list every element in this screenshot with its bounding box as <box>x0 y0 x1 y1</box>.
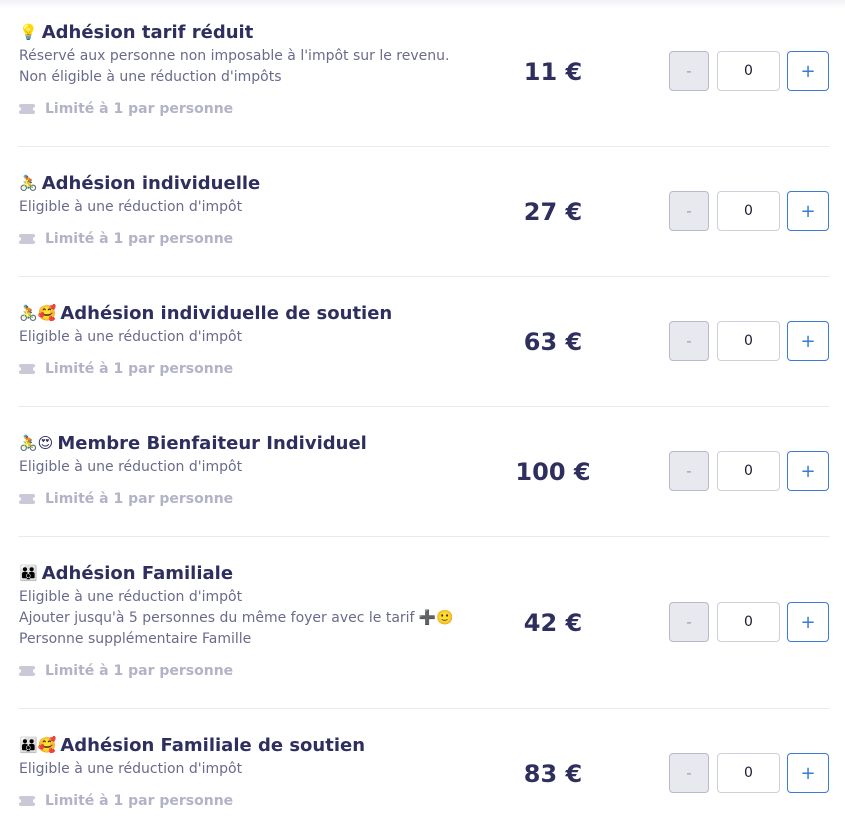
divider <box>18 406 829 407</box>
tier-limit-text: Limité à 1 par personne <box>45 361 234 377</box>
cyclist-icon: 🚴 <box>19 174 38 192</box>
tier-description-line: Eligible à une réduction d'impôt <box>19 329 243 345</box>
tier-limit: Limité à 1 par personne <box>17 101 234 117</box>
tier-title: 🚴😍 Membre Bienfaiteur Individuel <box>19 433 367 454</box>
lightbulb-icon: 💡 <box>19 23 38 41</box>
tier-description: Eligible à une réduction d'impôt Ajouter… <box>19 587 454 650</box>
divider <box>18 276 829 277</box>
increment-button[interactable]: + <box>787 321 829 361</box>
tier-description: Eligible à une réduction d'impôt <box>19 457 242 478</box>
tier-description-line: Eligible à une réduction d'impôt <box>19 459 243 475</box>
divider <box>18 708 829 709</box>
tier-description: Eligible à une réduction d'impôt <box>19 759 242 780</box>
quantity-input[interactable] <box>717 602 780 642</box>
tier-description: Réservé aux personne non imposable à l'i… <box>19 46 449 88</box>
cyclist-heart-eyes-icon: 🚴😍 <box>19 434 54 452</box>
family-icon: 👪 <box>19 564 38 582</box>
increment-button[interactable]: + <box>787 191 829 231</box>
tier-title: 👪🥰 Adhésion Familiale de soutien <box>19 735 365 756</box>
tier-limit-text: Limité à 1 par personne <box>45 101 234 117</box>
tier-description-line: Eligible à une réduction d'impôt <box>19 761 243 777</box>
quantity-input[interactable] <box>717 321 780 361</box>
tier-price: 11 € <box>523 58 583 86</box>
ticket-icon <box>17 494 37 504</box>
increment-button[interactable]: + <box>787 753 829 793</box>
tier-description-line: Eligible à une réduction d'impôt <box>19 589 243 605</box>
tier-limit-text: Limité à 1 par personne <box>45 663 234 679</box>
ticket-icon <box>17 666 37 676</box>
increment-button[interactable]: + <box>787 51 829 91</box>
quantity-input[interactable] <box>717 51 780 91</box>
tier-limit: Limité à 1 par personne <box>17 361 234 377</box>
cyclist-smiling-hearts-icon: 🚴🥰 <box>19 304 57 322</box>
increment-button[interactable]: + <box>787 451 829 491</box>
tier-title-text: Adhésion Familiale <box>41 563 234 584</box>
tier-title-text: Adhésion tarif réduit <box>41 22 254 43</box>
decrement-button[interactable]: - <box>669 321 709 361</box>
tier-limit-text: Limité à 1 par personne <box>45 231 234 247</box>
ticket-icon <box>17 364 37 374</box>
increment-button[interactable]: + <box>787 602 829 642</box>
tier-title: 💡 Adhésion tarif réduit <box>19 22 253 43</box>
tier-title: 🚴 Adhésion individuelle <box>19 173 260 194</box>
decrement-button[interactable]: - <box>669 51 709 91</box>
tier-description: Eligible à une réduction d'impôt <box>19 327 242 348</box>
tier-price: 63 € <box>523 328 583 356</box>
tier-title-text: Adhésion individuelle de soutien <box>60 303 393 324</box>
family-smiling-hearts-icon: 👪🥰 <box>19 736 57 754</box>
tier-price: 42 € <box>523 609 583 637</box>
tier-price: 27 € <box>523 198 583 226</box>
tier-title-text: Adhésion individuelle <box>41 173 261 194</box>
ticket-icon <box>17 104 37 114</box>
tier-limit-text: Limité à 1 par personne <box>45 793 234 809</box>
divider <box>18 536 829 537</box>
tier-price: 100 € <box>515 458 591 486</box>
top-shadow <box>0 0 845 8</box>
tier-description: Eligible à une réduction d'impôt <box>19 197 242 218</box>
tier-limit: Limité à 1 par personne <box>17 231 234 247</box>
tier-description-line: Personne supplémentaire Famille <box>19 631 252 647</box>
tier-description-line: Non éligible à une réduction d'impôts <box>19 69 282 85</box>
ticket-icon <box>17 234 37 244</box>
tier-title: 🚴🥰 Adhésion individuelle de soutien <box>19 303 392 324</box>
quantity-input[interactable] <box>717 191 780 231</box>
tier-limit-text: Limité à 1 par personne <box>45 491 234 507</box>
tier-limit: Limité à 1 par personne <box>17 663 234 679</box>
tier-description-line: Réservé aux personne non imposable à l'i… <box>19 48 450 64</box>
tier-title-text: Adhésion Familiale de soutien <box>60 735 366 756</box>
decrement-button[interactable]: - <box>669 451 709 491</box>
decrement-button[interactable]: - <box>669 753 709 793</box>
ticket-icon <box>17 796 37 806</box>
tier-description-line: Eligible à une réduction d'impôt <box>19 199 243 215</box>
tier-limit: Limité à 1 par personne <box>17 491 234 507</box>
quantity-input[interactable] <box>717 753 780 793</box>
tier-price: 83 € <box>523 760 583 788</box>
quantity-input[interactable] <box>717 451 780 491</box>
tier-limit: Limité à 1 par personne <box>17 793 234 809</box>
tier-title-text: Membre Bienfaiteur Individuel <box>57 433 367 454</box>
tier-description-line: Ajouter jusqu'à 5 personnes du même foye… <box>19 610 454 626</box>
divider <box>18 146 829 147</box>
decrement-button[interactable]: - <box>669 602 709 642</box>
decrement-button[interactable]: - <box>669 191 709 231</box>
tier-title: 👪 Adhésion Familiale <box>19 563 233 584</box>
